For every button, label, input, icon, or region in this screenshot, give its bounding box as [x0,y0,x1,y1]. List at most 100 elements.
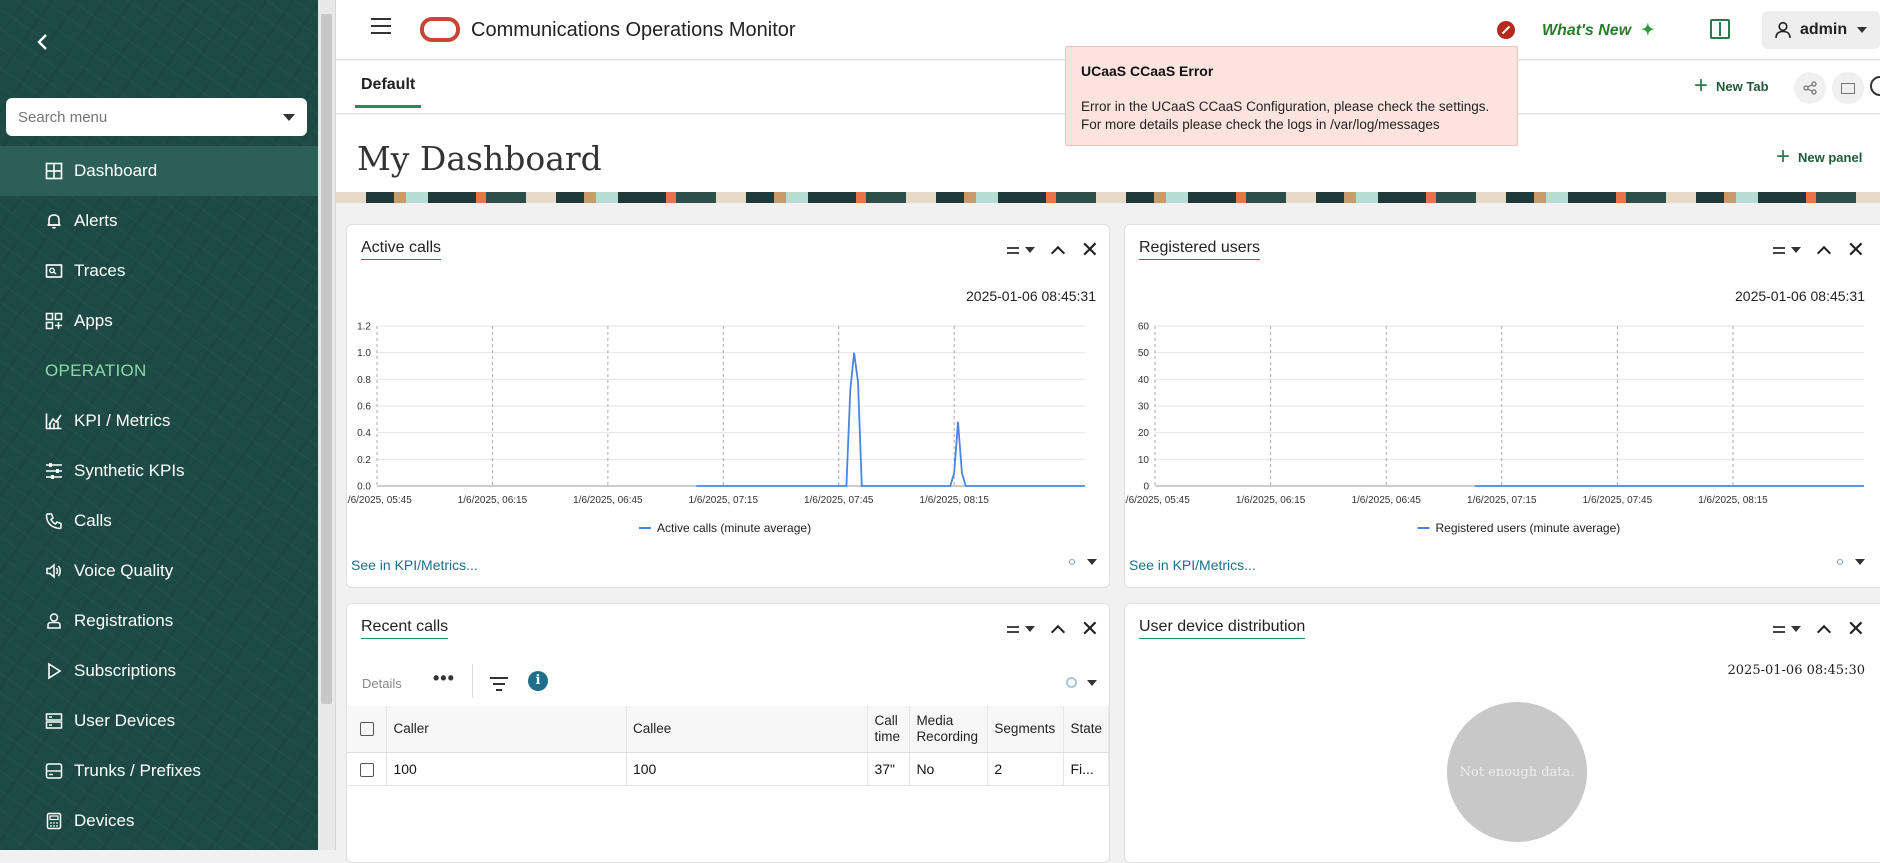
table-row[interactable]: 100 100 37" No 2 Fi... [347,752,1109,786]
toast-title: UCaaS CCaaS Error [1081,63,1214,79]
panel-menu-button[interactable] [1772,246,1801,254]
sidebar-item-synthetic-kpis[interactable]: Synthetic KPIs [0,446,318,496]
sidebar-item-calls[interactable]: Calls [0,496,318,546]
documentation-icon[interactable] [1710,19,1730,39]
see-in-kpi-metrics-link[interactable]: See in KPI/Metrics... [351,557,478,573]
clock-icon[interactable] [1870,76,1880,96]
column-header-state[interactable]: State [1063,706,1109,753]
sidebar-nav: Dashboard Alerts Traces Apps OPERATION K… [0,146,318,846]
sidebar-item-label: Synthetic KPIs [74,461,185,480]
new-tab-label: New Tab [1716,78,1769,94]
collapse-sidebar-button[interactable] [28,30,56,58]
close-panel-icon[interactable]: ✕ [1081,618,1099,640]
details-button[interactable]: Details [362,676,402,691]
collapse-panel-icon[interactable] [1050,624,1065,639]
cell-call-time: 37" [867,752,911,786]
panel-menu-button[interactable] [1006,625,1035,633]
panel-menu-button[interactable] [1006,246,1035,254]
sidebar-item-trunks-prefixes[interactable]: Trunks / Prefixes [0,746,318,796]
panel-title[interactable]: User device distribution [1139,618,1306,639]
sidebar-item-label: User Devices [74,711,176,730]
collapse-panel-icon[interactable] [1816,245,1831,260]
kpi-chart-icon [44,411,64,431]
chevron-down-icon [1790,247,1801,253]
x-tick-label: 1/6/2025, 06:45 [1351,495,1421,506]
column-header-caller[interactable]: Caller [386,706,627,753]
sidebar-item-alerts[interactable]: Alerts [0,196,318,246]
page-title: My Dashboard [357,139,602,178]
collapse-panel-icon[interactable] [1050,245,1065,260]
sidebar-item-subscriptions[interactable]: Subscriptions [0,646,318,696]
y-tick-label: 40 [1138,375,1150,386]
y-tick-label: 1.2 [357,322,371,333]
chevron-down-icon[interactable] [1855,559,1865,565]
x-tick-label: 1/6/2025, 06:15 [1236,495,1306,506]
more-options-button[interactable]: ••• [433,668,455,689]
sidebar-item-label: Subscriptions [74,661,177,680]
close-panel-icon[interactable]: ✕ [1847,239,1865,261]
x-tick-label: 1/6/2025, 07:15 [1467,495,1537,506]
traces-icon [44,261,64,281]
y-tick-label: 0.2 [357,455,371,466]
search-menu-input[interactable] [18,108,283,126]
sidebar-item-voice-quality[interactable]: Voice Quality [0,546,318,596]
chevron-down-icon[interactable] [1087,559,1097,565]
panel-title[interactable]: Registered users [1139,239,1260,260]
panel-title[interactable]: Recent calls [361,618,449,639]
recent-calls-table: Caller Callee Call time Media Recording … [347,706,1109,786]
sidebar-item-label: Dashboard [74,161,158,180]
error-status-icon[interactable] [1497,21,1515,39]
new-panel-button[interactable]: + New panel [1776,145,1862,169]
hamburger-menu-icon[interactable] [371,18,391,34]
error-toast[interactable]: UCaaS CCaaS Error Error in the UCaaS CCa… [1065,46,1518,146]
sidebar-item-dashboard[interactable]: Dashboard [0,146,318,196]
row-checkbox[interactable] [359,762,374,777]
empty-chart-text: Not enough data. [1459,764,1575,780]
chevron-down-icon[interactable] [283,113,295,121]
sidebar-item-kpi-metrics[interactable]: KPI / Metrics [0,396,318,446]
sidebar-item-apps[interactable]: Apps [0,296,318,346]
fullscreen-button[interactable] [1832,72,1864,104]
tab-default[interactable]: Default [355,76,422,108]
user-menu-button[interactable]: admin [1762,11,1880,49]
sidebar-item-label: Calls [74,511,112,530]
refresh-icon [1066,677,1077,688]
share-button[interactable] [1794,72,1826,104]
legend-label: Active calls (minute average) [657,521,811,535]
sidebar-item-label: Apps [74,311,113,330]
column-header-media-recording[interactable]: Media Recording [909,706,989,753]
select-all-checkbox[interactable] [359,722,374,737]
sidebar-scrollbar[interactable] [318,0,336,850]
info-icon[interactable]: i [528,671,548,691]
collapse-panel-icon[interactable] [1816,624,1831,639]
cell-caller: 100 [386,752,627,786]
new-tab-button[interactable]: + New Tab [1694,74,1769,98]
y-tick-label: 0.0 [357,482,371,493]
column-header-segments[interactable]: Segments [987,706,1065,753]
see-in-kpi-metrics-link[interactable]: See in KPI/Metrics... [1129,557,1256,573]
panel-title[interactable]: Active calls [361,239,442,260]
sidebar-item-user-devices[interactable]: User Devices [0,696,318,746]
whats-new-link[interactable]: What's New ✦ [1542,20,1655,40]
y-tick-label: 0.8 [357,375,371,386]
sparkle-icon: ✦ [1641,22,1655,39]
sidebar-item-devices[interactable]: Devices [0,796,318,846]
share-icon [1803,81,1817,95]
column-header-callee[interactable]: Callee [626,706,869,753]
close-panel-icon[interactable]: ✕ [1847,618,1865,640]
panel-menu-button[interactable] [1772,625,1801,633]
y-tick-label: 30 [1138,402,1150,413]
search-menu[interactable] [6,98,307,136]
y-tick-label: 1.0 [357,348,371,359]
scrollbar-thumb[interactable] [321,14,332,704]
refresh-menu-button[interactable] [1066,677,1097,688]
sidebar-item-registrations[interactable]: Registrations [0,596,318,646]
filter-icon[interactable] [490,677,508,691]
sidebar-item-traces[interactable]: Traces [0,246,318,296]
close-panel-icon[interactable]: ✕ [1081,239,1099,261]
row-select-cell [347,752,388,786]
column-header-call-time[interactable]: Call time [867,706,911,753]
menu-icon [1772,246,1785,254]
panel-footer-controls [1069,559,1097,565]
sidebar-section-operation: OPERATION [45,361,147,380]
